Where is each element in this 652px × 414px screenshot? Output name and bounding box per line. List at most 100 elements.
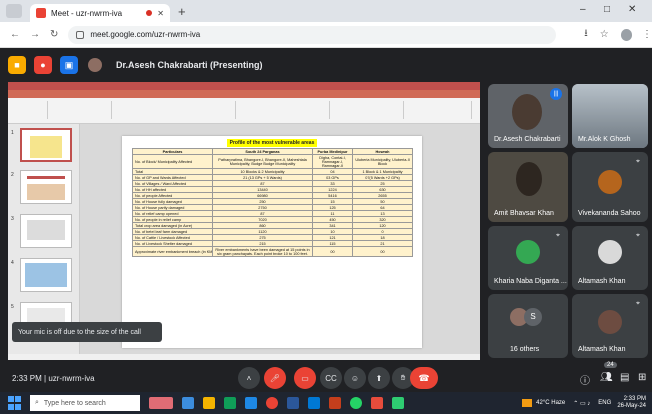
mic-off-toast: Your mic is off due to the size of the c… xyxy=(12,322,162,342)
table-cell: No. of Block/ Municipality Affected xyxy=(132,154,213,169)
chat-icon[interactable]: ▤ xyxy=(620,372,629,383)
file-explorer-icon[interactable] xyxy=(203,397,215,409)
new-tab-button[interactable]: + xyxy=(178,4,186,19)
site-info-icon[interactable] xyxy=(76,30,85,39)
table-row: No. of Block/ Municipality Affected Patha… xyxy=(132,154,413,169)
powerpoint-icon[interactable] xyxy=(329,397,341,409)
maximize-button[interactable]: □ xyxy=(604,4,610,15)
search-icon: ⌕ xyxy=(35,399,39,406)
windows-start-icon[interactable] xyxy=(8,396,22,410)
camera-off-button[interactable]: ▭ xyxy=(294,367,316,389)
mic-off-button[interactable]: 🎤︎ xyxy=(264,367,286,389)
taskbar-search-placeholder: Type here to search xyxy=(43,399,106,407)
ppt-title-bar xyxy=(8,82,480,90)
info-icon[interactable]: ⓘ xyxy=(580,372,590,387)
more-options-left-icon[interactable]: ˄ xyxy=(238,367,260,389)
table-cell: Uluberia Municipality, Uluberia-II Block xyxy=(352,154,413,169)
taskbar-app-icon[interactable] xyxy=(182,397,194,409)
slide-thumbnail[interactable] xyxy=(20,258,72,292)
taskbar-search[interactable]: ⌕ Type here to search xyxy=(30,395,140,411)
leave-call-button[interactable]: ☎ xyxy=(410,367,438,389)
url-text: meet.google.com/uzr-nwrm-iva xyxy=(90,30,201,39)
participants-count-badge: 24 xyxy=(604,362,617,368)
participant-name: Mr.Alok K Ghosh xyxy=(578,136,631,143)
speaking-indicator-icon: ||| xyxy=(550,88,562,100)
whatsapp-icon[interactable] xyxy=(350,397,362,409)
shared-screen: 1 2 3 4 5 Profile of the most vulnerable… xyxy=(8,82,480,360)
recording-dot-icon xyxy=(146,10,153,16)
weather-icon xyxy=(522,399,533,407)
windows-taskbar: ⌕ Type here to search 42°C Haze ⌃ ▭ ♪ EN… xyxy=(0,392,652,414)
recording-icon[interactable]: ● xyxy=(34,56,52,74)
ppt-ribbon-tabs xyxy=(8,90,480,98)
emoji-button[interactable]: ☺ xyxy=(344,367,366,389)
chrome-icon[interactable] xyxy=(266,397,278,409)
table-cell: Digha, Contai-I, Ramnagar-I, Ramnagar-II xyxy=(312,154,353,169)
slide-thumbnail[interactable] xyxy=(20,128,72,162)
meet-top-bar: ■ ● ▣ Dr.Asesh Chakrabarti (Presenting) xyxy=(0,48,652,82)
star-icon[interactable]: ☆ xyxy=(600,29,609,40)
pin-icon[interactable]: ⌖ xyxy=(556,232,560,240)
activities-panel-icon[interactable]: ⊞ xyxy=(638,372,646,383)
forward-icon[interactable]: → xyxy=(30,29,40,40)
pin-icon[interactable]: ⌖ xyxy=(636,158,640,166)
participant-tile[interactable]: S 16 others xyxy=(488,294,568,358)
participant-tile[interactable]: ⌖ Altamash Khan xyxy=(572,294,648,358)
meet-controls-bar: 2:33 PM | uzr-nwrm-iva ˄ 🎤︎ ▭ CC ☺ ⬆ ✋︎ … xyxy=(0,362,652,392)
word-icon[interactable] xyxy=(287,397,299,409)
close-window-button[interactable]: ✕ xyxy=(628,4,636,15)
menu-icon[interactable]: ⋮ xyxy=(642,29,652,40)
participant-tile[interactable]: ||| Dr.Asesh Chakrabarti xyxy=(488,84,568,148)
tab-close-icon[interactable]: ✕ xyxy=(157,9,164,18)
presenter-avatar xyxy=(88,58,102,72)
activities-icon[interactable]: ▣ xyxy=(60,56,78,74)
participant-name: Altamash Khan xyxy=(578,346,626,353)
captions-button[interactable]: CC xyxy=(320,367,342,389)
download-icon[interactable]: ⭳ xyxy=(584,26,588,43)
edge-icon[interactable] xyxy=(308,397,320,409)
current-slide: Profile of the most vulnerable areas Par… xyxy=(122,136,422,348)
table-cell: Patharpratima, Bhangore-I, Bhangore-II, … xyxy=(212,154,313,169)
participant-tile[interactable]: ⌖ Altamash Khan xyxy=(572,226,648,290)
present-button[interactable]: ⬆ xyxy=(368,367,390,389)
weather-text: 42°C Haze xyxy=(536,400,566,406)
taskbar-clock[interactable]: 2:33 PM 26-May-24 xyxy=(617,396,646,410)
taskbar-app-icon[interactable] xyxy=(245,397,257,409)
participant-tile[interactable]: Mr.Alok K Ghosh xyxy=(572,84,648,148)
tab-title: Meet - uzr-nwrm-iva xyxy=(51,8,123,18)
participant-name: Altamash Khan xyxy=(578,278,626,285)
slide-thumbnail[interactable] xyxy=(20,170,72,204)
browser-tab-bar: Meet - uzr-nwrm-iva ✕ + – □ ✕ xyxy=(0,0,652,22)
participant-name: 16 others xyxy=(510,346,540,353)
reload-icon[interactable]: ↻ xyxy=(50,29,58,40)
pin-icon[interactable]: ⌖ xyxy=(636,232,640,240)
meet-favicon-icon xyxy=(36,8,46,18)
participant-name: Vivekananda Sahoo xyxy=(578,210,641,217)
taskbar-time: 2:33 PM xyxy=(623,396,646,402)
taskbar-app-icon[interactable] xyxy=(371,397,383,409)
taskbar-app-icon[interactable] xyxy=(149,397,173,409)
people-icon[interactable]: 👥︎ xyxy=(600,372,613,383)
taskbar-app-icon[interactable] xyxy=(224,397,236,409)
profile-avatar[interactable] xyxy=(620,28,632,41)
browser-tab[interactable]: Meet - uzr-nwrm-iva ✕ xyxy=(30,4,170,22)
slide-thumbnail[interactable] xyxy=(20,214,72,248)
participant-name: Kharia Naba Diganta ... xyxy=(494,278,567,285)
pin-icon[interactable]: ⌖ xyxy=(636,300,640,308)
participant-name: Amit Bhavsar Khan xyxy=(494,210,554,217)
table-cell: Approximate river embankment breach (in … xyxy=(132,246,213,257)
host-controls-icon[interactable]: ■ xyxy=(8,56,26,74)
participant-tile[interactable]: ⌖ Vivekananda Sahoo xyxy=(572,152,648,222)
participant-tile[interactable]: ⌖ Kharia Naba Diganta ... xyxy=(488,226,568,290)
taskbar-app-icon[interactable] xyxy=(392,397,404,409)
tray-icons[interactable]: ⌃ ▭ ♪ xyxy=(573,400,590,407)
participant-tile[interactable]: Amit Bhavsar Khan xyxy=(488,152,568,222)
tab-search-icon[interactable] xyxy=(6,4,22,18)
ppt-status-bar xyxy=(8,354,480,360)
back-icon[interactable]: ← xyxy=(10,29,20,40)
url-field[interactable]: meet.google.com/uzr-nwrm-iva xyxy=(68,25,557,44)
minimize-button[interactable]: – xyxy=(580,4,586,15)
address-bar-row: ← → ↻ meet.google.com/uzr-nwrm-iva ⭳ ☆ ⋮ xyxy=(0,22,652,48)
presenting-label: Dr.Asesh Chakrabarti (Presenting) xyxy=(116,60,263,70)
language-indicator[interactable]: ENG xyxy=(598,400,611,406)
